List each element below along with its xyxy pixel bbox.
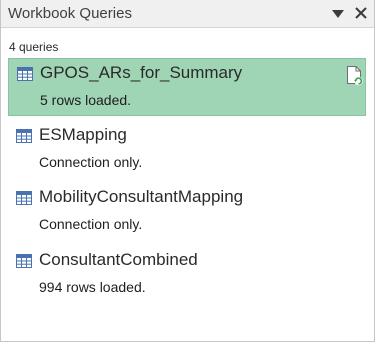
query-name: ConsultantCombined [39, 250, 198, 269]
close-icon[interactable] [354, 6, 368, 20]
query-item-esmapping[interactable]: ESMapping Connection only. [8, 121, 366, 179]
query-name: MobilityConsultantMapping [39, 187, 244, 206]
table-icon [17, 67, 33, 81]
query-item-gpos-ars-for-summary[interactable]: GPOS_ARs_for_Summary 5 rows loaded. [8, 58, 366, 116]
dropdown-triangle-icon[interactable] [331, 7, 345, 19]
query-status: Connection only. [39, 216, 143, 232]
query-status: 5 rows loaded. [40, 92, 132, 108]
table-icon [16, 254, 32, 268]
query-status: 994 rows loaded. [39, 279, 146, 295]
table-icon [16, 191, 32, 205]
query-item-consultantcombined[interactable]: ConsultantCombined 994 rows loaded. [8, 246, 366, 304]
workbook-queries-pane: Workbook Queries 4 queries GPOS_ARs_for_… [0, 0, 375, 342]
query-item-mobilityconsultantmapping[interactable]: MobilityConsultantMapping Connection onl… [8, 183, 366, 241]
query-name: GPOS_ARs_for_Summary [40, 63, 243, 82]
refresh-document-icon[interactable] [346, 66, 364, 86]
query-count: 4 queries [9, 40, 59, 54]
table-icon [16, 129, 32, 143]
query-status: Connection only. [39, 154, 143, 170]
pane-title-bar: Workbook Queries [1, 0, 374, 28]
query-name: ESMapping [39, 125, 127, 144]
pane-title: Workbook Queries [8, 5, 132, 22]
